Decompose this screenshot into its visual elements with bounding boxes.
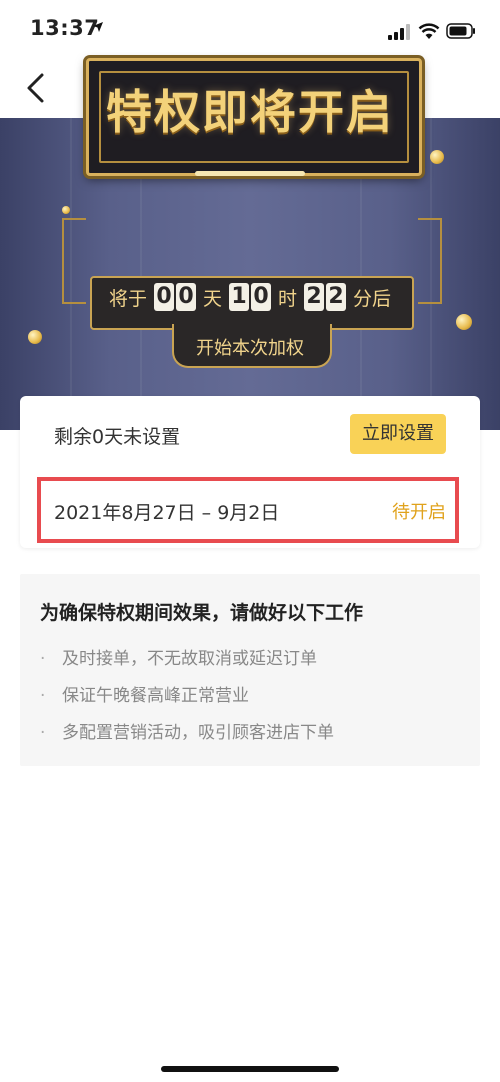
tip-item: · 及时接单，不无故取消或延迟订单 (40, 644, 317, 669)
countdown-unit: 分后 (353, 287, 392, 310)
period-date-range: 2021年8月27日 – 9月2日 (54, 502, 280, 524)
gold-coin-decoration (430, 150, 444, 164)
tip-text: 保证午晚餐高峰正常营业 (62, 686, 249, 706)
countdown-timer: 将于 0 0 天 1 0 时 2 2 分后 (0, 283, 500, 311)
countdown-digit: 0 (251, 283, 271, 311)
cellular-signal-icon (388, 24, 410, 40)
tip-text: 多配置营销活动，吸引顾客进店下单 (62, 723, 334, 743)
battery-icon (446, 23, 475, 39)
countdown-prefix: 将于 (108, 287, 147, 310)
location-arrow-icon (93, 22, 103, 32)
countdown-digit: 0 (175, 283, 196, 311)
bullet: · (40, 649, 46, 669)
tip-item: · 保证午晚餐高峰正常营业 (40, 681, 249, 706)
gold-coin-decoration (456, 314, 472, 330)
bullet: · (40, 686, 46, 706)
banner-title: 特权即将开启 (106, 85, 394, 139)
set-now-button[interactable]: 立即设置 (350, 414, 446, 454)
wifi-icon (418, 23, 440, 39)
gold-coin-decoration (62, 206, 70, 214)
countdown-unit: 时 (278, 287, 298, 310)
banner-subtitle: 开始本次加权 (196, 338, 304, 359)
tip-text: 及时接单，不无故取消或延迟订单 (62, 649, 317, 669)
status-bar: 13:37 (0, 0, 500, 60)
countdown-digit: 1 (229, 283, 249, 311)
countdown-unit: 天 (202, 287, 222, 310)
remaining-days-text: 剩余0天未设置 (54, 426, 181, 448)
countdown-digit: 2 (304, 283, 325, 311)
tips-title: 为确保特权期间效果，请做好以下工作 (40, 602, 364, 624)
bullet: · (40, 723, 46, 743)
light-strip-decoration (195, 171, 305, 176)
home-indicator[interactable] (161, 1066, 339, 1072)
period-status-badge: 待开启 (392, 502, 446, 523)
countdown-digit: 2 (326, 283, 347, 311)
tip-item: · 多配置营销活动，吸引顾客进店下单 (40, 718, 334, 743)
status-time: 13:37 (30, 16, 100, 40)
countdown-digit: 0 (153, 283, 174, 311)
